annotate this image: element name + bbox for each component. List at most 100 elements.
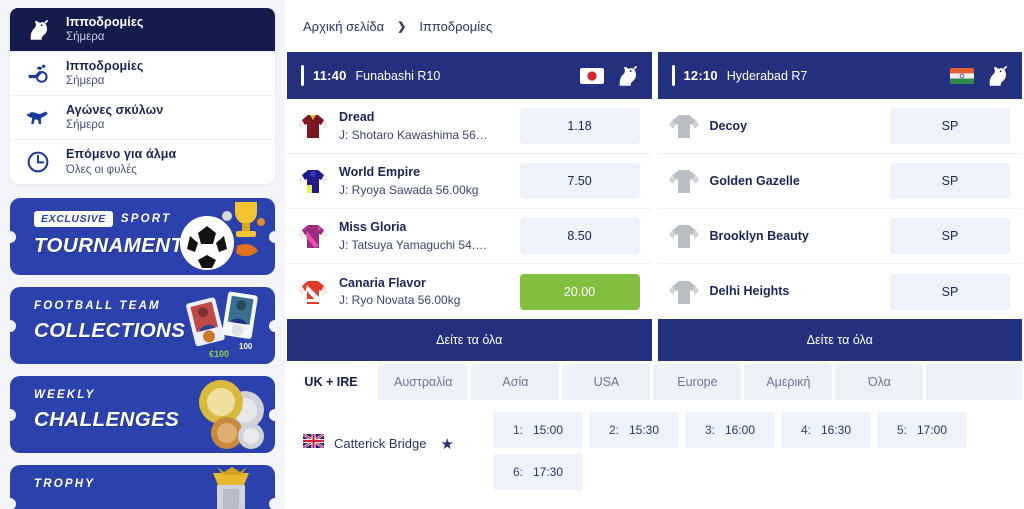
race-slot[interactable]: 3: 16:00 [685,412,775,448]
odds-button-selected[interactable]: 20.00 [519,273,640,310]
see-all-button[interactable]: Δείτε τα όλα [657,319,1022,361]
sidebar-item-text: Αγώνες σκύλων Σήμερα [66,103,163,133]
silk-grey [668,111,700,141]
sidebar-item-title: Αγώνες σκύλων [66,102,164,117]
race-card-header[interactable]: 12:10 Hyderabad R7 [657,52,1022,99]
runner-info: Golden Gazelle [710,173,881,189]
runner-name: Miss Gloria [339,220,407,235]
runner-jockey: J: Ryo Novata 56.00kg [339,293,461,308]
silk-grey [668,277,700,307]
race-slot[interactable]: 1: 15:00 [493,412,583,448]
runner-name: Brooklyn Beauty [709,228,809,243]
tab-all[interactable]: Όλα [835,364,924,400]
runner-name: Golden Gazelle [709,173,800,188]
race-card-funabashi-r10: 11:40 Funabashi R10 Dread J: Shotaro Kaw… [287,52,652,361]
runner-row: Canaria Flavor J: Ryo Novata 56.00kg 20.… [287,264,652,319]
runner-row: Golden Gazelle SP [657,154,1022,209]
runner-name: Dread [339,110,375,125]
promo-card-challenges[interactable]: WEEKLY CHALLENGES [10,376,275,453]
tab-europe[interactable]: Europe [653,364,742,400]
runner-row: Dread J: Shotaro Kawashima 56… 1.18 [287,99,652,154]
breadcrumb-current: Ιπποδρομίες [419,18,493,34]
promo-kicker-text: WEEKLY [34,389,96,401]
sidebar-item-subtitle: Σήμερα [66,119,105,132]
horse-head-icon [614,63,640,89]
runner-info: Miss Gloria J: Tatsuya Yamaguchi 54.… [339,219,510,252]
sidebar-item-next-to-jump[interactable]: Επόμενο για άλμα Όλες οι φυλές [10,140,275,184]
odds-button[interactable]: SP [890,218,1010,254]
runner-name: Canaria Flavor [339,275,426,290]
sidebar-item-text: Ιπποδρομίες Σήμερα [66,15,144,45]
slot-time: 16:30 [820,423,852,437]
promo-kicker-text: SPORT [120,213,172,225]
app-root: Ιπποδρομίες Σήμερα Ιπποδρομίες Σήμερα Αγ… [0,0,1024,509]
sidebar-item-subtitle: Σήμερα [66,31,105,44]
meeting-name: Catterick Bridge [334,436,427,451]
runner-jockey: J: Ryoya Sawada 56.00kg [339,182,479,197]
see-all-button[interactable]: Δείτε τα όλα [287,319,652,361]
promo-card-collections[interactable]: FOOTBALL TEAM COLLECTIONS €100 100 [10,287,275,364]
tabs-filler [926,364,1022,400]
promo-card-trophy[interactable]: TROPHY [10,465,275,509]
odds-button[interactable]: SP [890,108,1010,144]
medals-art [165,376,269,453]
trophy-art [165,465,269,509]
sidebar-item-greyhound-racing[interactable]: Αγώνες σκύλων Σήμερα [10,96,275,140]
runner-row: World Empire J: Ryoya Sawada 56.00kg 7.5… [287,154,652,209]
horse-head-icon [24,16,52,44]
tab-uk-ire[interactable]: UK + IRE [287,364,375,400]
runner-name: Decoy [709,118,748,133]
race-slot[interactable]: 6: 17:30 [493,454,583,490]
sidebar-item-title: Ιπποδρομίες [66,58,144,73]
race-slot[interactable]: 4: 16:30 [781,412,871,448]
runner-info: Brooklyn Beauty [710,228,881,244]
sidebar-item-subtitle: Σήμερα [66,75,105,88]
runner-row: Brooklyn Beauty SP [657,209,1022,264]
silk-blue-yellow [297,166,329,196]
japan-flag [579,67,604,84]
runner-info: World Empire J: Ryoya Sawada 56.00kg [339,164,510,197]
odds-button[interactable]: SP [890,273,1010,310]
runner-row: Decoy SP [657,99,1022,154]
slot-time: 15:00 [532,423,564,437]
race-cards-row: 11:40 Funabashi R10 Dread J: Shotaro Kaw… [285,52,1024,361]
odds-button[interactable]: 8.50 [519,218,640,254]
sidebar-item-subtitle: Όλες οι φυλές [66,163,137,176]
region-tabs: UK + IRE Αυστραλία Ασία USA Europe Αμερι… [285,364,1024,400]
slot-time: 16:00 [724,423,756,437]
promo-card-tournaments[interactable]: EXCLUSIVE SPORT TOURNAMENTS [10,198,275,275]
odds-button[interactable]: 1.18 [519,108,640,144]
runner-name: Delhi Heights [709,284,790,299]
race-card-header[interactable]: 11:40 Funabashi R10 [287,52,652,99]
race-meeting-name: Hyderabad R7 [726,68,808,83]
harness-racing-icon [24,60,52,88]
runner-name: World Empire [339,165,421,180]
promo-card-list: EXCLUSIVE SPORT TOURNAMENTS FOOTBALL TEA… [10,198,275,509]
accent-bar [301,65,304,86]
greyhound-icon [24,104,52,132]
breadcrumb-home[interactable]: Αρχική σελίδα [303,19,384,34]
race-slot[interactable]: 5: 17:00 [877,412,967,448]
main-content: Αρχική σελίδα ❯ Ιπποδρομίες 11:40 Funaba… [285,0,1024,509]
odds-button[interactable]: SP [890,163,1010,199]
race-slot[interactable]: 2: 15:30 [589,412,679,448]
sidebar-item-title: Επόμενο για άλμα [66,147,177,162]
runner-jockey: J: Shotaro Kawashima 56… [339,127,488,142]
runner-info: Delhi Heights [710,283,881,299]
runner-info: Canaria Flavor J: Ryo Novata 56.00kg [339,275,510,308]
sidebar-item-harness-racing[interactable]: Ιπποδρομίες Σήμερα [10,52,275,96]
odds-button[interactable]: 7.50 [519,163,640,199]
tab-usa[interactable]: USA [562,364,651,400]
slot-number: 2: [608,423,619,437]
silk-red-white [297,277,329,307]
football-trophy-art [165,198,269,275]
promo-kicker-text: FOOTBALL TEAM [34,300,161,312]
tab-australia[interactable]: Αυστραλία [378,364,469,400]
tab-asia[interactable]: Ασία [471,364,560,400]
slot-time: 15:30 [628,423,660,437]
accent-bar [671,65,675,86]
sidebar-item-horse-racing[interactable]: Ιπποδρομίες Σήμερα [10,8,275,52]
tab-america[interactable]: Αμερική [744,364,833,400]
star-icon[interactable]: ★ [440,435,453,453]
slot-number: 5: [896,423,907,437]
